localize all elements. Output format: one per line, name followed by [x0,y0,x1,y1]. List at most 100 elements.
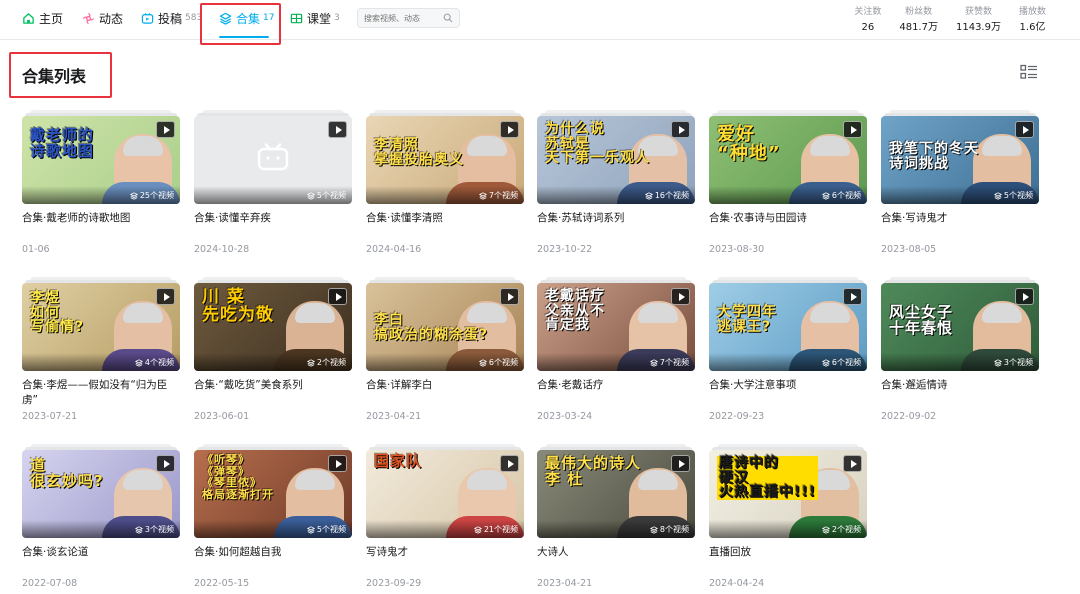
collection-card[interactable]: 最伟大的诗人 李 杜 8个视频 大诗人 2023-04-21 [537,444,695,589]
collection-thumbnail[interactable]: 李煜 如何 写偷情? 4个视频 [22,283,180,371]
collection-title[interactable]: 合集·李煜——假如没有“归为臣虏” [22,378,180,408]
video-count: 5个视频 [316,191,346,200]
collection-card[interactable]: 风尘女子 十年春恨 3个视频 合集·邂逅情诗 2022-09-02 [881,277,1039,422]
collection-thumbnail[interactable]: 为什么说 苏轼是 天下第一乐观人 16个视频 [537,116,695,204]
thumbnail-caption: 道 很玄妙吗? [30,456,104,490]
play-icon[interactable] [500,288,519,305]
list-view-toggle-icon[interactable] [1020,64,1038,80]
collection-title[interactable]: 合集·老戴话疗 [537,378,695,408]
search-icon[interactable] [443,13,453,23]
collection-title[interactable]: 合集·大学注意事项 [709,378,867,408]
play-icon[interactable] [156,288,175,305]
play-icon[interactable] [156,121,175,138]
collection-title[interactable]: 合集·苏轼诗词系列 [537,211,695,241]
collection-card[interactable]: 李白 搞政治的糊涂蛋? 6个视频 合集·详解李白 2023-04-21 [366,277,524,422]
play-icon[interactable] [671,121,690,138]
play-icon[interactable] [671,288,690,305]
tab-home[interactable]: 主页 [22,0,63,36]
collection-thumbnail[interactable]: 最伟大的诗人 李 杜 8个视频 [537,450,695,538]
collection-thumbnail[interactable]: 老戴话疗 父亲从不 肯定我 7个视频 [537,283,695,371]
stat-label: 粉丝数 [905,7,933,17]
collection-title[interactable]: 合集·详解李白 [366,378,524,408]
play-icon[interactable] [843,455,862,472]
collection-title[interactable]: 合集·谈玄论道 [22,545,180,575]
collection-title[interactable]: 合集·戴老师的诗歌地图 [22,211,180,241]
collection-thumbnail[interactable]: 川 菜 先吃为敬 2个视频 [194,283,352,371]
play-icon[interactable] [500,455,519,472]
collection-thumbnail[interactable]: 大学四年 逃课王? 6个视频 [709,283,867,371]
collection-date: 2024-04-16 [366,244,422,255]
collection-title[interactable]: 合集·读懂李清照 [366,211,524,241]
video-count: 4个视频 [144,358,174,367]
tab-label: 课堂 [307,11,332,26]
video-count: 5个视频 [316,525,346,534]
collection-card[interactable]: 唐诗中的 硬汉 火热直播中!!! 2个视频 直播回放 2024-04-24 [709,444,867,589]
play-icon[interactable] [156,455,175,472]
collection-thumbnail[interactable]: 5个视频 [194,116,352,204]
play-icon[interactable] [328,288,347,305]
tab-classroom[interactable]: 课堂 3 [290,0,340,36]
video-count-badge: 3个视频 [993,357,1033,368]
presenter-hair [638,303,678,323]
collection-card[interactable]: 爱好 “种地” 6个视频 合集·农事诗与田园诗 2023-08-30 [709,110,867,255]
collection-thumbnail[interactable]: 道 很玄妙吗? 3个视频 [22,450,180,538]
search-box[interactable] [357,8,460,28]
collection-card[interactable]: 李煜 如何 写偷情? 4个视频 合集·李煜——假如没有“归为臣虏” 2023-0… [22,277,180,422]
collection-card[interactable]: 我笔下的冬天 诗词挑战 5个视频 合集·写诗鬼才 2023-08-05 [881,110,1039,255]
play-icon[interactable] [1015,288,1034,305]
play-icon[interactable] [1015,121,1034,138]
collection-thumbnail[interactable]: 戴老师的 诗歌地图 25个视频 [22,116,180,204]
collection-thumbnail[interactable]: 风尘女子 十年春恨 3个视频 [881,283,1039,371]
play-icon[interactable] [500,121,519,138]
collection-title[interactable]: 合集·农事诗与田园诗 [709,211,867,241]
collection-date: 2023-09-29 [366,578,422,589]
play-icon[interactable] [671,455,690,472]
collection-thumbnail[interactable]: 我笔下的冬天 诗词挑战 5个视频 [881,116,1039,204]
play-icon[interactable] [843,288,862,305]
collection-title[interactable]: 大诗人 [537,545,695,575]
play-icon[interactable] [328,455,347,472]
video-count-badge: 7个视频 [649,357,689,368]
collection-thumbnail[interactable]: 国家队 21个视频 [366,450,524,538]
collection-thumbnail[interactable]: 李清照 掌握投胎奥义 7个视频 [366,116,524,204]
tab-dynamic[interactable]: 动态 [82,0,123,36]
layers-icon [821,525,830,534]
presenter-hair [467,136,507,156]
collection-card[interactable]: 道 很玄妙吗? 3个视频 合集·谈玄论道 2022-07-08 [22,444,180,589]
stat-following[interactable]: 关注数 26 [854,6,881,36]
layers-icon [473,525,482,534]
tab-label: 主页 [39,11,64,26]
collection-card[interactable]: 为什么说 苏轼是 天下第一乐观人 16个视频 合集·苏轼诗词系列 2023-10… [537,110,695,255]
collection-title[interactable]: 合集·如何超越自我 [194,545,352,575]
collection-thumbnail[interactable]: 李白 搞政治的糊涂蛋? 6个视频 [366,283,524,371]
collection-title[interactable]: 直播回放 [709,545,867,575]
thumbnail-caption: 李白 搞政治的糊涂蛋? [374,312,489,343]
collection-title[interactable]: 合集·写诗鬼才 [881,211,1039,241]
collection-title[interactable]: 写诗鬼才 [366,545,524,575]
thumbnail-caption: 唐诗中的 硬汉 火热直播中!!! [717,455,819,501]
video-count: 6个视频 [831,191,861,200]
collection-title[interactable]: 合集·邂逅情诗 [881,378,1039,408]
collection-thumbnail[interactable]: 《听琴》 《弹琴》 《琴里侬》 格局逐渐打开 5个视频 [194,450,352,538]
stat-followers[interactable]: 粉丝数 481.7万 [899,6,938,36]
tab-uploads[interactable]: 投稿 583 [141,0,202,36]
collection-card[interactable]: 《听琴》 《弹琴》 《琴里侬》 格局逐渐打开 5个视频 合集·如何超越自我 20… [194,444,352,589]
collection-thumbnail[interactable]: 爱好 “种地” 6个视频 [709,116,867,204]
video-count-badge: 21个视频 [473,524,518,535]
thumbnail-caption: 大学四年 逃课王? [717,304,777,335]
video-count-badge: 7个视频 [478,190,518,201]
collection-card[interactable]: 戴老师的 诗歌地图 25个视频 合集·戴老师的诗歌地图 01-06 [22,110,180,255]
collection-thumbnail[interactable]: 唐诗中的 硬汉 火热直播中!!! 2个视频 [709,450,867,538]
play-icon[interactable] [328,121,347,138]
collection-title[interactable]: 合集·“戴吃货”美食系列 [194,378,352,408]
collection-card[interactable]: 老戴话疗 父亲从不 肯定我 7个视频 合集·老戴话疗 2023-03-24 [537,277,695,422]
collection-card[interactable]: 川 菜 先吃为敬 2个视频 合集·“戴吃货”美食系列 2023-06-01 [194,277,352,422]
collection-card[interactable]: 国家队 21个视频 写诗鬼才 2023-09-29 [366,444,524,589]
play-icon[interactable] [843,121,862,138]
collection-card[interactable]: 李清照 掌握投胎奥义 7个视频 合集·读懂李清照 2024-04-16 [366,110,524,255]
search-input[interactable] [364,13,442,23]
collection-card[interactable]: 5个视频 合集·读懂辛弃疾 2024-10-28 [194,110,352,255]
collection-card[interactable]: 大学四年 逃课王? 6个视频 合集·大学注意事项 2022-09-23 [709,277,867,422]
collection-title[interactable]: 合集·读懂辛弃疾 [194,211,352,241]
video-count-badge: 6个视频 [821,357,861,368]
